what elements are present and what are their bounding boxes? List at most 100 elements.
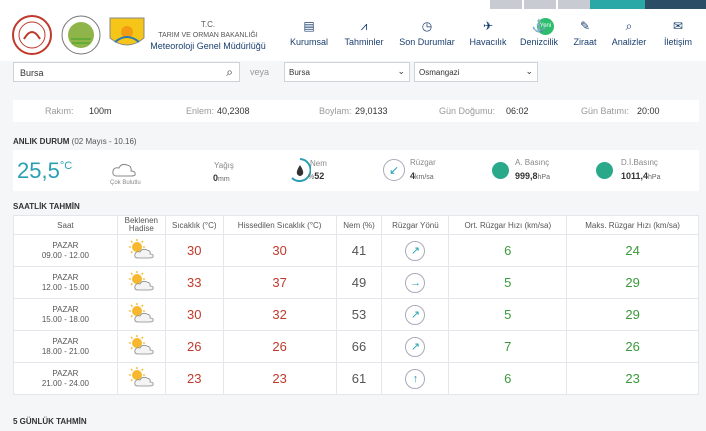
- language-switch[interactable]: [645, 0, 706, 9]
- wind-dir-cell: ↗: [381, 234, 450, 267]
- nav-label: Analizler: [611, 37, 647, 47]
- max-wind-cell: 24: [566, 234, 699, 267]
- time-range: 15.00 - 18.00: [41, 314, 89, 324]
- hourly-title: SAATLİK TAHMİN: [13, 202, 80, 211]
- social-button[interactable]: [524, 0, 556, 9]
- day-text: PAZAR: [52, 304, 79, 314]
- sunrise-label: Gün Doğumu:: [439, 106, 496, 116]
- humidity-cell: 66: [335, 330, 383, 363]
- nav-label: Tahminler: [344, 37, 384, 47]
- avg-wind-cell: 5: [448, 298, 568, 331]
- avg-wind-cell: 6: [448, 362, 568, 395]
- precip-unit: mm: [218, 176, 230, 183]
- temp-cell: 30: [164, 298, 224, 331]
- top-action-button[interactable]: [590, 0, 645, 9]
- nav-label: Havacılık: [469, 37, 507, 47]
- condition-cell: [116, 362, 166, 395]
- day-text: PAZAR: [52, 240, 79, 250]
- building-icon: ▤: [303, 19, 315, 33]
- col-header: Ort. Rüzgar Hızı (km/sa): [448, 215, 568, 235]
- nav-label: Son Durumlar: [399, 37, 455, 47]
- sunset-label: Gün Batımı:: [581, 106, 630, 116]
- sunset-value: 20:00: [637, 106, 660, 116]
- plane-icon: ✈: [482, 19, 494, 33]
- condition-cell: [116, 298, 166, 331]
- temp-value: 25,5: [17, 158, 60, 183]
- wind-dir-cell: ↗: [381, 298, 450, 331]
- hourly-forecast-table: Saat Beklenen Hadise Sıcaklık (°C) Hisse…: [13, 215, 699, 395]
- pressure-value: 999,8hPa: [515, 171, 550, 181]
- wind-dir-cell: ↗: [381, 330, 450, 363]
- table-row: PAZAR 18.00 - 21.00 26 26 66 ↗ 7 26: [13, 330, 699, 363]
- humidity-cell: 53: [335, 298, 383, 331]
- time-cell: PAZAR 12.00 - 15.00: [13, 266, 118, 299]
- agriculture-logo[interactable]: [61, 15, 101, 55]
- current-date: (02 Mayıs - 10.16): [71, 137, 137, 146]
- nav-tahminler[interactable]: ⩘ Tahminler: [342, 19, 386, 47]
- wind-dir-cell: →: [381, 266, 450, 299]
- chevron-down-icon: ⌄: [397, 66, 405, 76]
- nav-denizcilik[interactable]: ⚓ Denizcilik: [517, 19, 561, 47]
- max-wind-cell: 29: [566, 266, 699, 299]
- condition-cell: [116, 330, 166, 363]
- avg-wind-cell: 5: [448, 266, 568, 299]
- humidity-label: Nem: [310, 159, 327, 168]
- nav-havacilik[interactable]: ✈ Havacılık: [466, 19, 510, 47]
- partly-cloudy-icon: [129, 303, 154, 323]
- search-icon[interactable]: ⌕: [226, 65, 233, 80]
- humidity-number: 52: [314, 171, 325, 181]
- temp-cell: 23: [164, 362, 224, 395]
- clock-icon: ◷: [421, 19, 433, 33]
- cloud-icon: [112, 163, 136, 177]
- social-button[interactable]: [490, 0, 522, 9]
- col-header: Maks. Rüzgar Hızı (km/sa): [566, 215, 699, 235]
- feels-like-cell: 32: [222, 298, 337, 331]
- chevron-down-icon: ⌄: [525, 66, 533, 76]
- nav-label: Kurumsal: [289, 37, 328, 47]
- avg-wind-cell: 6: [448, 234, 568, 267]
- latitude-value: 40,2308: [217, 106, 250, 116]
- nav-iletisim[interactable]: ✉ İletişim: [658, 19, 698, 47]
- pressure-icon: [492, 162, 509, 179]
- ministry-logo[interactable]: [12, 15, 52, 55]
- temp-unit: °C: [59, 160, 73, 172]
- district-select[interactable]: Osmangazi ⌄: [414, 62, 538, 82]
- table-row: PAZAR 15.00 - 18.00 30 32 53 ↗ 5 29: [13, 298, 699, 331]
- pressure-label: A. Basınç: [515, 158, 550, 167]
- ministry-title: T.C. TARIM VE ORMAN BAKANLIĞI Meteoroloj…: [143, 19, 273, 52]
- fiveday-title: 5 GÜNLÜK TAHMİN: [13, 417, 87, 426]
- nav-son-durumlar[interactable]: ◷ Son Durumlar: [397, 19, 457, 47]
- province-select[interactable]: Bursa ⌄: [284, 62, 410, 82]
- day-text: PAZAR: [52, 368, 79, 378]
- wind-direction-icon: ↙: [383, 159, 405, 181]
- mail-icon: ✉: [672, 19, 684, 33]
- altitude-label: Rakım:: [45, 106, 74, 116]
- col-header: Beklenen Hadise: [116, 215, 166, 235]
- precip-value: 0mm: [213, 173, 230, 183]
- col-header: Rüzgar Yönü: [381, 215, 450, 235]
- wind-dir-cell: ↑: [381, 362, 450, 395]
- time-cell: PAZAR 21.00 - 24.00: [13, 362, 118, 395]
- time-range: 21.00 - 24.00: [41, 378, 89, 388]
- social-button[interactable]: [558, 0, 590, 9]
- district-value: Osmangazi: [419, 68, 460, 77]
- nav-analizler[interactable]: ⌕ Analizler: [610, 19, 648, 47]
- pressure-number: 999,8: [515, 171, 538, 181]
- analysis-icon: ⌕: [625, 19, 633, 33]
- or-text: veya: [250, 67, 270, 77]
- meteorology-logo[interactable]: [107, 14, 147, 54]
- ministry-line2: TARIM VE ORMAN BAKANLIĞI: [158, 32, 258, 39]
- sea-pressure-unit: hPa: [648, 174, 661, 181]
- search-box[interactable]: ⌕: [13, 62, 240, 82]
- nav-ziraat[interactable]: ✎ Ziraat: [568, 19, 602, 47]
- table-row: PAZAR 12.00 - 15.00 33 37 49 → 5 29: [13, 266, 699, 299]
- day-text: PAZAR: [52, 336, 79, 346]
- feels-like-cell: 23: [222, 362, 337, 395]
- ministry-line3: Meteoroloji Genel Müdürlüğü: [150, 41, 266, 51]
- partly-cloudy-icon: [129, 239, 154, 259]
- temp-cell: 26: [164, 330, 224, 363]
- wind-label: Rüzgar: [410, 158, 436, 167]
- search-input[interactable]: [14, 64, 214, 82]
- current-heading: ANLIK DURUM: [13, 137, 70, 146]
- nav-kurumsal[interactable]: ▤ Kurumsal: [287, 19, 331, 47]
